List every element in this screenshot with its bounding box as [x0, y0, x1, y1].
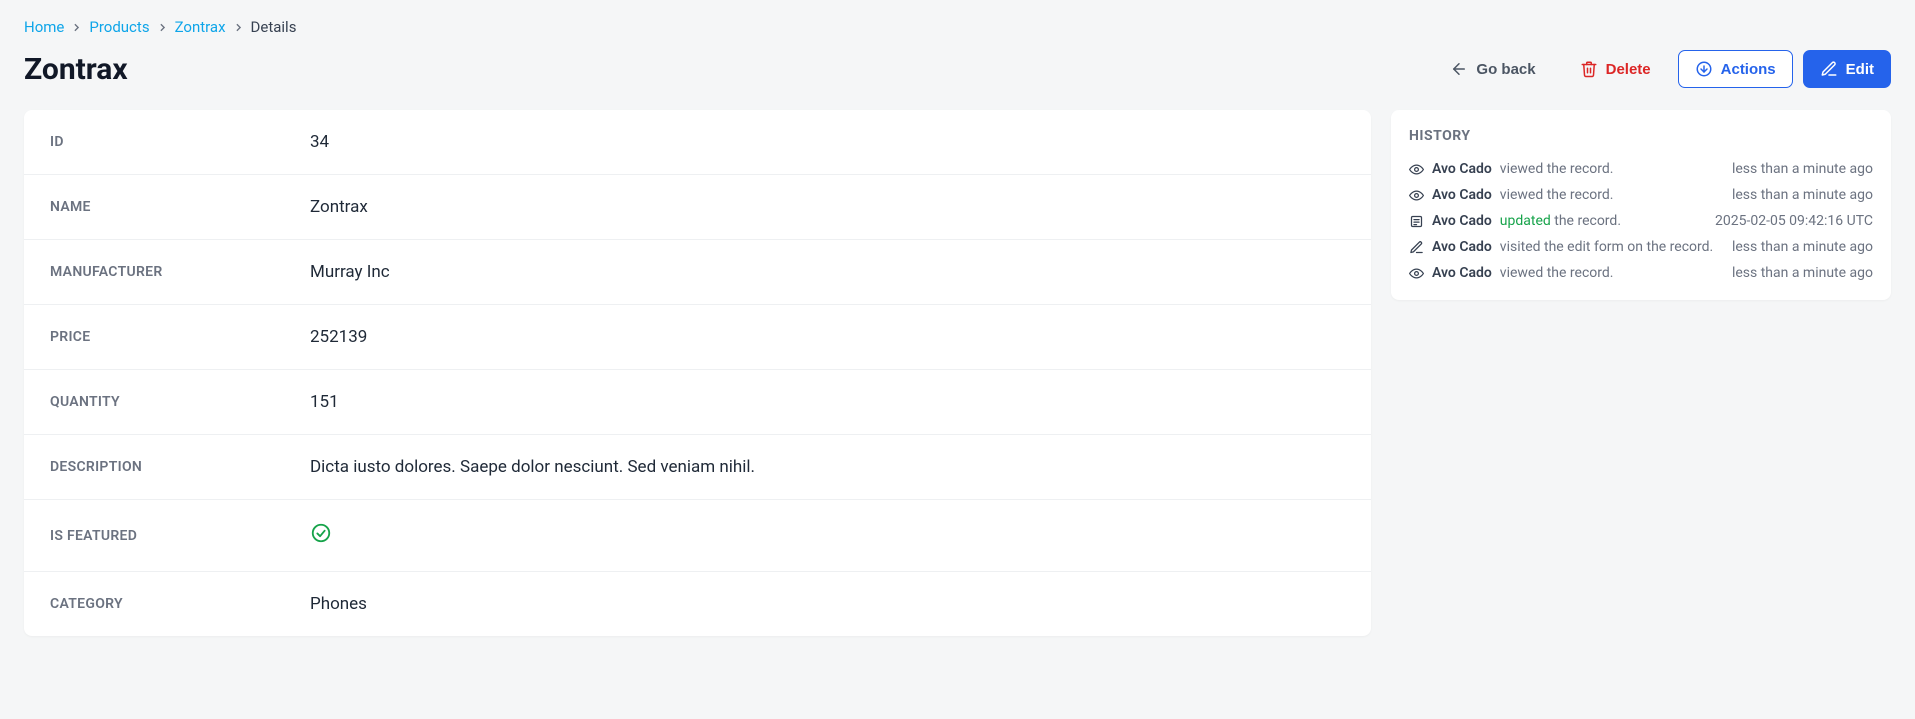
arrow-left-icon — [1450, 60, 1468, 78]
history-user: Avo Cado — [1432, 265, 1492, 281]
breadcrumb: Home Products Zontrax Details — [24, 18, 1891, 36]
history-user: Avo Cado — [1432, 239, 1492, 255]
check-circle-icon — [310, 522, 332, 544]
detail-label: MANUFACTURER — [50, 264, 310, 280]
history-time: less than a minute ago — [1732, 265, 1873, 281]
detail-value: Murray Inc — [310, 262, 390, 282]
breadcrumb-product[interactable]: Zontrax — [175, 18, 226, 36]
history-time: 2025-02-05 09:42:16 UTC — [1715, 213, 1873, 229]
edit-label: Edit — [1846, 61, 1874, 78]
history-title: HISTORY — [1409, 128, 1873, 144]
detail-value: 34 — [310, 132, 329, 152]
detail-row-manufacturer: MANUFACTURER Murray Inc — [24, 240, 1371, 305]
pencil-icon — [1820, 60, 1838, 78]
details-card: ID 34 NAME Zontrax MANUFACTURER Murray I… — [24, 110, 1371, 636]
detail-label: DESCRIPTION — [50, 459, 310, 475]
detail-label: PRICE — [50, 329, 310, 345]
history-item: Avo Cado viewed the record. less than a … — [1409, 182, 1873, 208]
eye-icon — [1409, 188, 1424, 203]
detail-row-name: NAME Zontrax — [24, 175, 1371, 240]
delete-label: Delete — [1606, 61, 1651, 78]
history-user: Avo Cado — [1432, 213, 1492, 229]
trash-icon — [1580, 60, 1598, 78]
detail-label: ID — [50, 134, 310, 150]
go-back-button[interactable]: Go back — [1433, 50, 1552, 88]
chevron-right-icon — [232, 21, 245, 34]
detail-label: IS FEATURED — [50, 528, 310, 544]
detail-label: CATEGORY — [50, 596, 310, 612]
page-title: Zontrax — [24, 52, 128, 87]
history-text: visited the edit form on the record. — [1500, 239, 1713, 255]
delete-button[interactable]: Delete — [1563, 50, 1668, 88]
eye-icon — [1409, 162, 1424, 177]
chevron-right-icon — [70, 21, 83, 34]
edit-form-icon — [1409, 240, 1424, 255]
history-item: Avo Cado viewed the record. less than a … — [1409, 156, 1873, 182]
detail-value: Zontrax — [310, 197, 368, 217]
history-time: less than a minute ago — [1732, 239, 1873, 255]
actions-label: Actions — [1721, 61, 1776, 78]
header-actions: Go back Delete Actions Edit — [1433, 50, 1891, 88]
history-item: Avo Cado updated the record. 2025-02-05 … — [1409, 208, 1873, 234]
detail-value: Dicta iusto dolores. Saepe dolor nesciun… — [310, 457, 755, 477]
detail-value: 252139 — [310, 327, 367, 347]
history-item: Avo Cado visited the edit form on the re… — [1409, 234, 1873, 260]
eye-icon — [1409, 266, 1424, 281]
detail-row-quantity: QUANTITY 151 — [24, 370, 1371, 435]
history-time: less than a minute ago — [1732, 161, 1873, 177]
history-user: Avo Cado — [1432, 187, 1492, 203]
detail-row-id: ID 34 — [24, 110, 1371, 175]
detail-row-is-featured: IS FEATURED — [24, 500, 1371, 572]
detail-label: QUANTITY — [50, 394, 310, 410]
detail-value: Phones — [310, 594, 367, 614]
chevron-right-icon — [156, 21, 169, 34]
history-text: viewed the record. — [1500, 187, 1614, 203]
edit-button[interactable]: Edit — [1803, 50, 1891, 88]
detail-value-check — [310, 522, 332, 549]
history-text: viewed the record. — [1500, 265, 1614, 281]
breadcrumb-home[interactable]: Home — [24, 18, 64, 36]
history-user: Avo Cado — [1432, 161, 1492, 177]
detail-row-category: CATEGORY Phones — [24, 572, 1371, 636]
history-card: HISTORY Avo Cado viewed the record. less… — [1391, 110, 1891, 300]
breadcrumb-products[interactable]: Products — [89, 18, 149, 36]
detail-row-price: PRICE 252139 — [24, 305, 1371, 370]
breadcrumb-current: Details — [251, 18, 297, 36]
history-text: viewed the record. — [1500, 161, 1614, 177]
actions-button[interactable]: Actions — [1678, 50, 1793, 88]
history-item: Avo Cado viewed the record. less than a … — [1409, 260, 1873, 286]
arrow-down-circle-icon — [1695, 60, 1713, 78]
history-time: less than a minute ago — [1732, 187, 1873, 203]
history-text: the record. — [1551, 213, 1621, 229]
update-icon — [1409, 214, 1424, 229]
detail-label: NAME — [50, 199, 310, 215]
go-back-label: Go back — [1476, 61, 1535, 78]
detail-value: 151 — [310, 392, 339, 412]
detail-row-description: DESCRIPTION Dicta iusto dolores. Saepe d… — [24, 435, 1371, 500]
history-verb-updated: updated — [1500, 213, 1551, 229]
